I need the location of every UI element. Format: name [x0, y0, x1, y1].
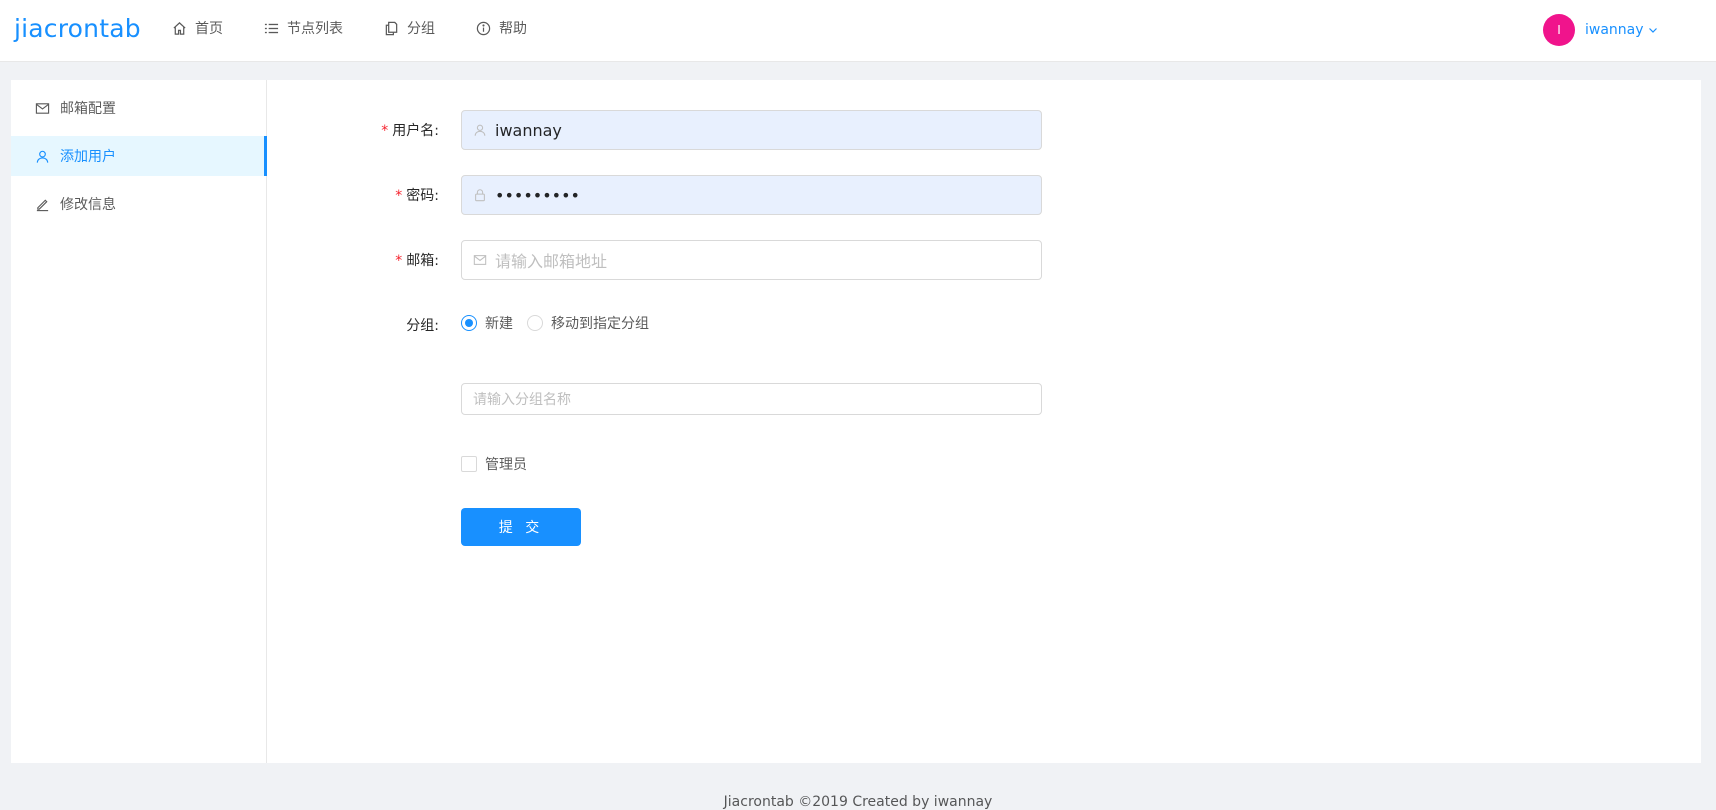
user-name-label: iwannay: [1585, 22, 1644, 38]
radio-move-to-group[interactable]: 移动到指定分组: [527, 313, 649, 333]
email-label: * 邮箱:: [395, 253, 439, 269]
password-value: •••••••••: [495, 185, 580, 205]
password-label: * 密码:: [395, 188, 439, 204]
edit-icon: [36, 198, 49, 211]
nav-item-help[interactable]: 帮助: [476, 17, 527, 39]
nav-label: 帮助: [499, 21, 527, 37]
user-name: iwannay: [1585, 22, 1658, 38]
nav-label: 分组: [407, 21, 435, 37]
group-name-input[interactable]: 请输入分组名称: [461, 383, 1042, 415]
page-footer: Jiacrontab ©2019 Created by iwannay: [723, 794, 993, 810]
admin-checkbox[interactable]: [461, 456, 477, 472]
admin-label: 管理员: [485, 457, 527, 473]
app-logo[interactable]: jiacrontab: [14, 12, 141, 46]
mail-icon: [35, 102, 50, 114]
username-label: * 用户名:: [381, 123, 439, 139]
sidebar-item-mail-config[interactable]: 邮箱配置: [11, 88, 266, 128]
sidebar-item-label: 邮箱配置: [60, 101, 116, 117]
user-icon: [36, 150, 49, 163]
group-label: 分组:: [406, 318, 439, 334]
sidebar-item-add-user[interactable]: 添加用户: [11, 136, 267, 176]
settings-sidebar: 邮箱配置 添加用户 修改信息: [11, 80, 267, 763]
username-value: iwannay: [495, 120, 562, 140]
top-header: jiacrontab 首页 节点列表 分组 帮助 I iwannay: [0, 0, 1716, 62]
admin-checkbox-row[interactable]: 管理员: [461, 454, 527, 474]
radio-button[interactable]: [527, 315, 543, 331]
username-field[interactable]: iwannay: [461, 110, 1042, 150]
sidebar-item-edit-info[interactable]: 修改信息: [11, 184, 266, 224]
group-radio-group: 新建 移动到指定分组: [461, 313, 649, 333]
required-mark: *: [381, 123, 389, 139]
user-icon: [474, 124, 486, 136]
nav-item-home[interactable]: 首页: [172, 17, 223, 39]
content-panel: 邮箱配置 添加用户 修改信息 * 用户名: iwannay * 密码: ••••••…: [11, 80, 1701, 763]
copy-icon: [385, 21, 398, 35]
submit-button[interactable]: 提 交: [461, 508, 581, 546]
sidebar-item-label: 添加用户: [60, 149, 116, 165]
list-icon: [264, 23, 279, 33]
group-name-placeholder: 请输入分组名称: [473, 392, 571, 408]
nav-label: 节点列表: [287, 21, 343, 37]
email-placeholder: 请输入邮箱地址: [495, 252, 608, 271]
radio-label: 移动到指定分组: [551, 316, 649, 332]
nav-item-nodes[interactable]: 节点列表: [264, 17, 343, 39]
nav-item-group[interactable]: 分组: [384, 17, 435, 39]
required-mark: *: [395, 188, 403, 204]
mail-icon: [473, 255, 487, 265]
email-field[interactable]: 请输入邮箱地址: [461, 240, 1042, 280]
sidebar-item-label: 修改信息: [60, 197, 116, 213]
radio-label: 新建: [485, 316, 513, 332]
radio-new-group[interactable]: 新建: [461, 313, 513, 333]
info-icon: [476, 21, 491, 35]
home-icon: [173, 21, 186, 35]
radio-button[interactable]: [461, 315, 477, 331]
nav-label: 首页: [195, 21, 223, 37]
lock-icon: [475, 189, 485, 202]
chevron-down-icon: [1648, 28, 1657, 33]
avatar: I: [1543, 14, 1575, 46]
password-field[interactable]: •••••••••: [461, 175, 1042, 215]
required-mark: *: [395, 253, 403, 269]
user-menu[interactable]: I iwannay: [1543, 14, 1658, 46]
